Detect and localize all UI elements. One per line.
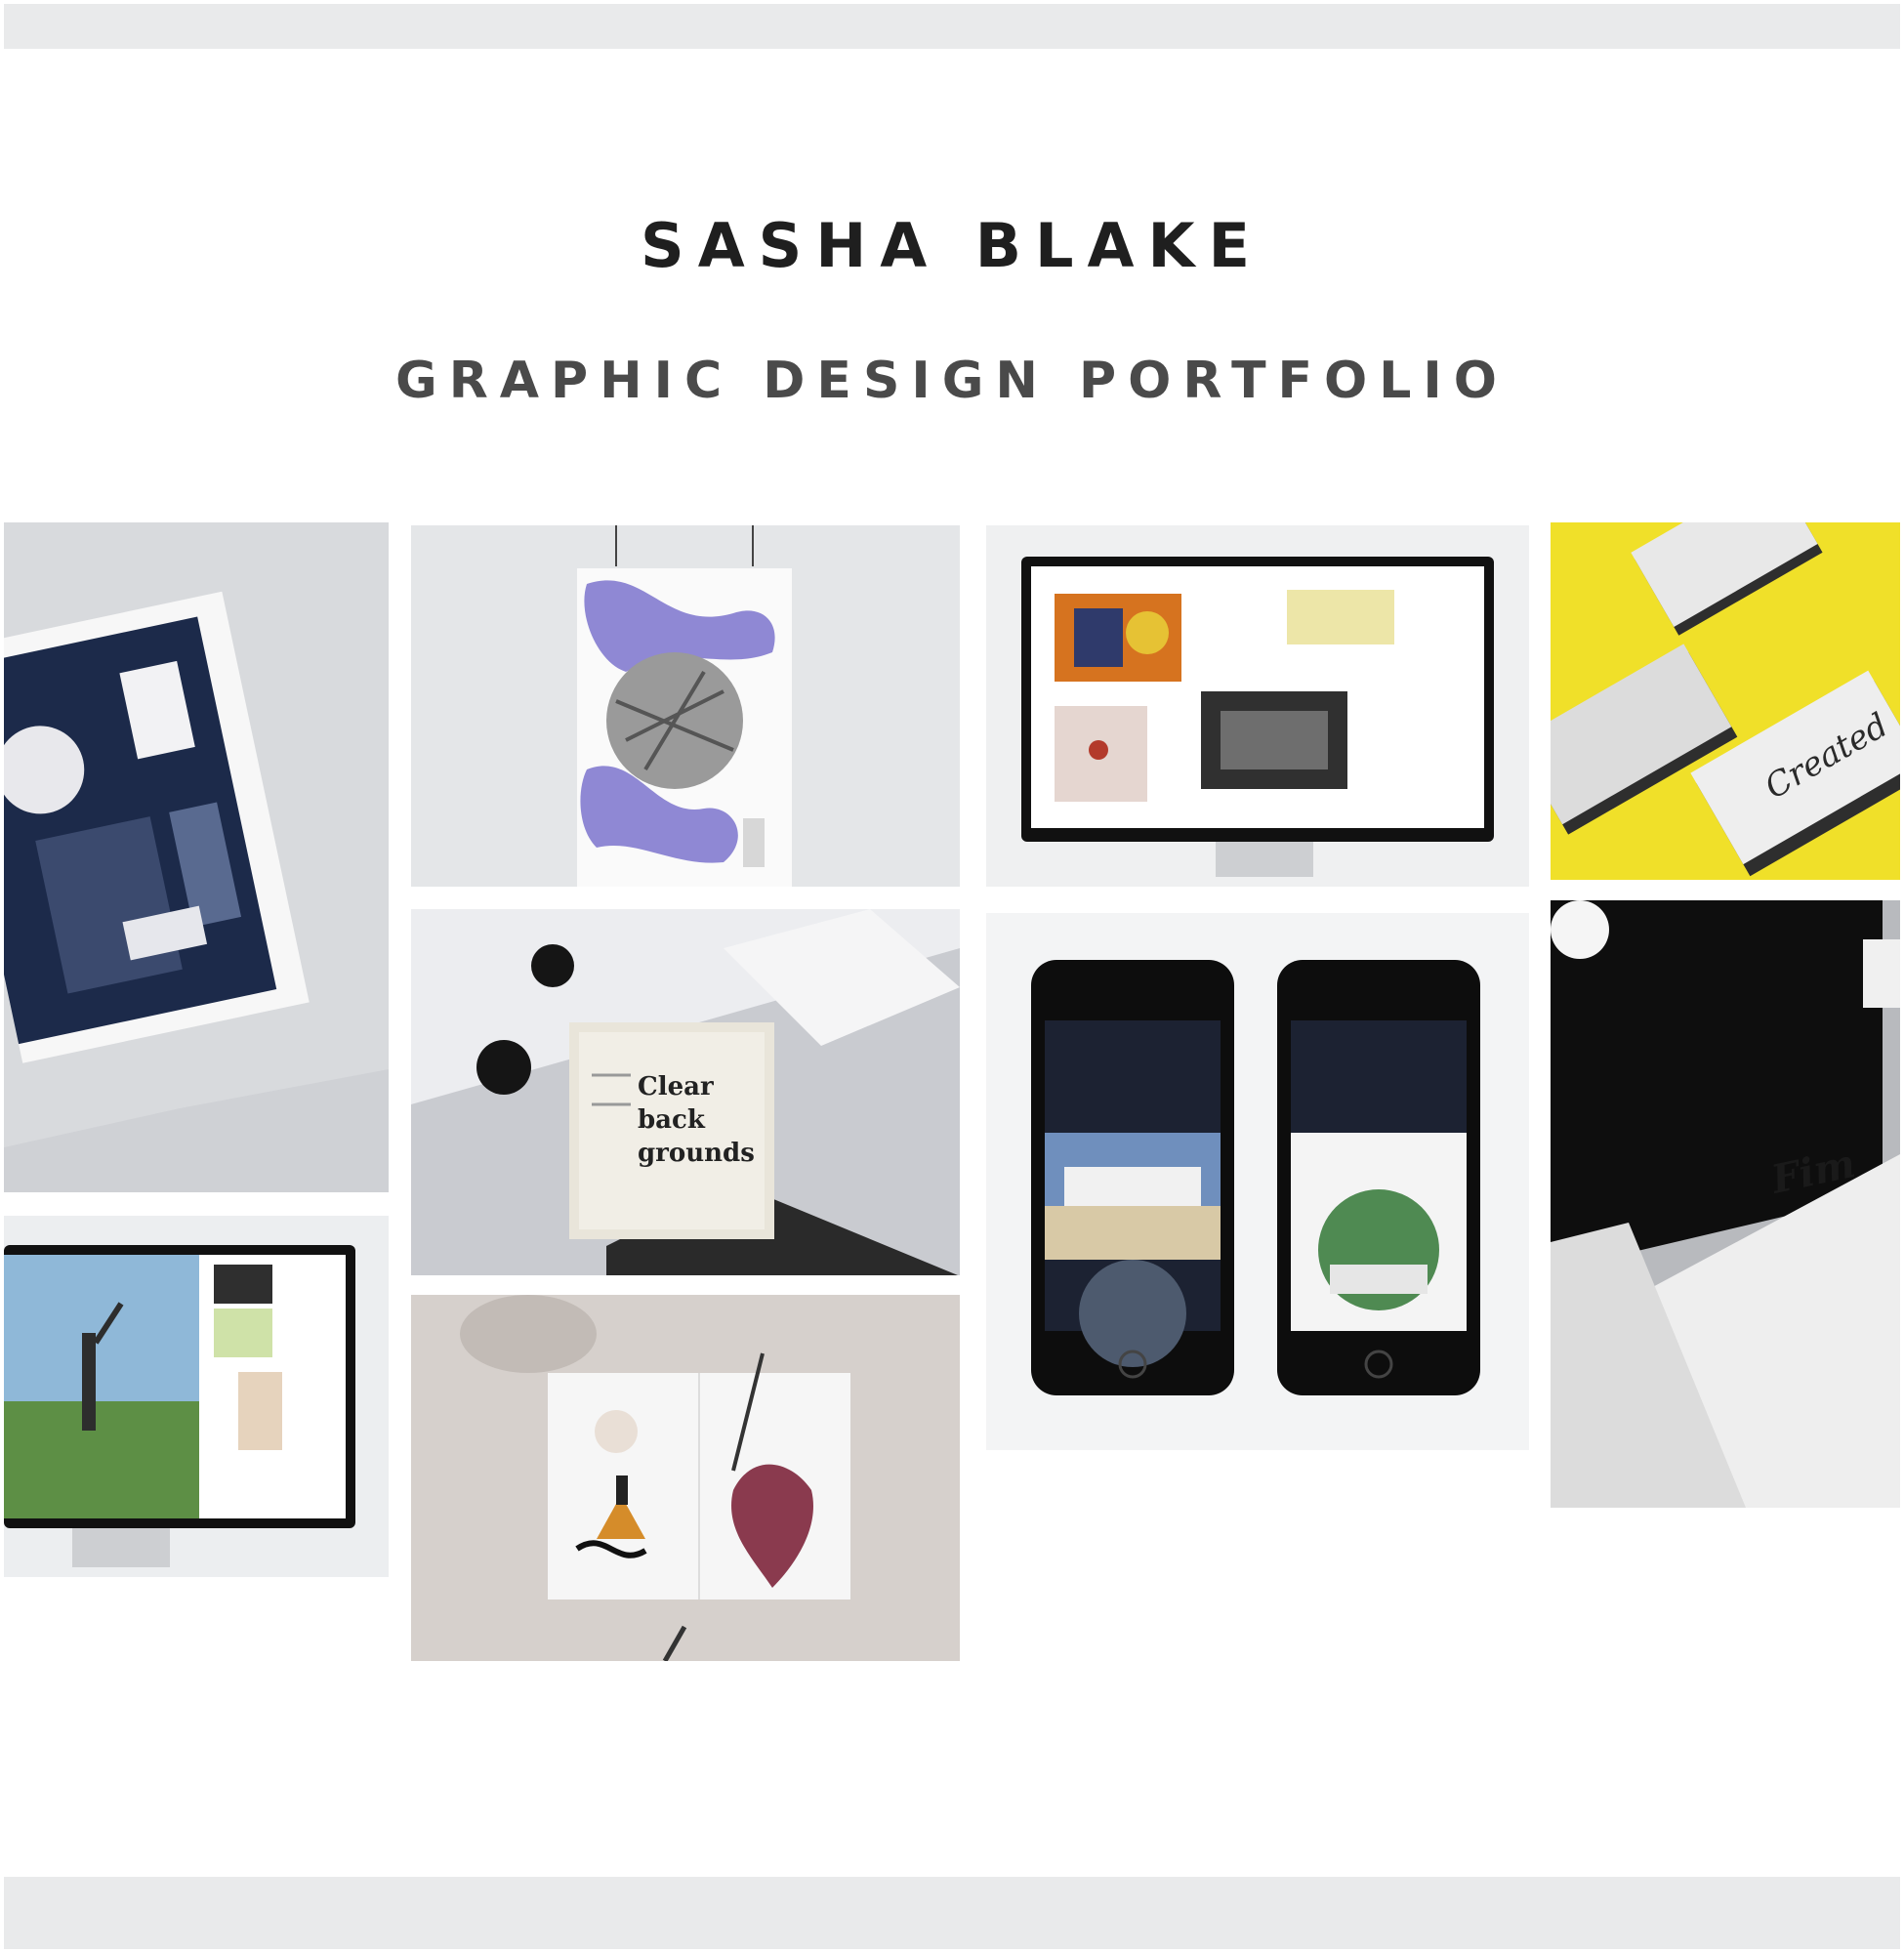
portfolio-item-sports-website[interactable] <box>4 1216 389 1577</box>
phones-image <box>986 913 1529 1450</box>
business-cards-image: Created <box>1551 522 1900 880</box>
portfolio-item-book[interactable]: Clear back grounds <box>411 909 960 1275</box>
portfolio-item-stationery[interactable]: Fim <box>1551 900 1900 1508</box>
portfolio-item-desktop-website[interactable] <box>986 525 1529 887</box>
bottom-bar <box>4 1877 1900 1949</box>
monitor-image <box>4 1216 389 1577</box>
page-title: SASHA BLAKE <box>641 210 1263 281</box>
poster-image <box>411 525 960 887</box>
book-cover-line-1: Clear <box>638 1072 714 1101</box>
page-subtitle: GRAPHIC DESIGN PORTFOLIO <box>395 352 1509 410</box>
card-image <box>411 1295 960 1661</box>
portfolio-item-illustration[interactable] <box>411 1295 960 1661</box>
book-cover-line-3: grounds <box>638 1139 755 1168</box>
portfolio-item-magazine[interactable] <box>4 522 389 1192</box>
portfolio-item-business-cards[interactable]: Created <box>1551 522 1900 880</box>
portfolio-item-mobile-app[interactable] <box>986 913 1529 1450</box>
portfolio-item-poster[interactable] <box>411 525 960 887</box>
magazine-image <box>4 522 389 1192</box>
monitor-image <box>986 525 1529 887</box>
top-bar <box>4 4 1900 49</box>
book-image: Clear back grounds <box>411 909 960 1275</box>
stationery-image: Fim <box>1551 900 1900 1508</box>
book-cover-line-2: back <box>638 1105 706 1135</box>
